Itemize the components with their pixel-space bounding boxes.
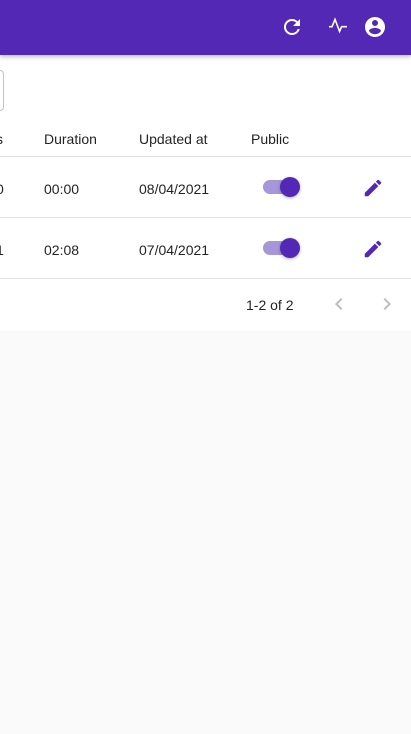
cell-partial: 0: [0, 181, 4, 197]
divider: [0, 278, 411, 279]
cell-partial: 1: [0, 242, 4, 258]
edit-button[interactable]: [361, 237, 385, 261]
header-partial: s: [0, 131, 3, 147]
header-updated-at[interactable]: Updated at: [139, 131, 208, 147]
cell-updated-at: 08/04/2021: [139, 181, 210, 197]
edit-button[interactable]: [361, 176, 385, 200]
pencil-icon: [364, 179, 382, 197]
next-page-button[interactable]: [375, 292, 399, 316]
public-toggle[interactable]: [263, 238, 301, 258]
pencil-icon: [364, 240, 382, 258]
account-circle-icon[interactable]: [363, 15, 387, 39]
chevron-right-icon: [383, 298, 391, 310]
cell-updated-at: 07/04/2021: [139, 242, 210, 258]
header-public[interactable]: Public: [251, 131, 289, 147]
previous-page-button[interactable]: [327, 292, 351, 316]
toggle-thumb: [280, 238, 300, 258]
cell-duration: 00:00: [44, 181, 80, 197]
toggle-thumb: [280, 177, 300, 197]
chevron-left-icon: [335, 298, 343, 310]
table-row: 1 02:08 07/04/2021: [0, 218, 411, 279]
public-toggle[interactable]: [263, 177, 301, 197]
activity-icon[interactable]: [326, 15, 350, 39]
refresh-icon[interactable]: [280, 15, 304, 39]
search-input[interactable]: [0, 70, 4, 111]
app-bar: [0, 0, 411, 55]
table-row: 0 00:00 08/04/2021: [0, 157, 411, 218]
pagination-range: 1-2 of 2: [246, 297, 294, 313]
table-card: s Duration Updated at Public 0 00:00 08/…: [0, 55, 411, 331]
header-duration[interactable]: Duration: [44, 131, 97, 147]
cell-duration: 02:08: [44, 242, 80, 258]
